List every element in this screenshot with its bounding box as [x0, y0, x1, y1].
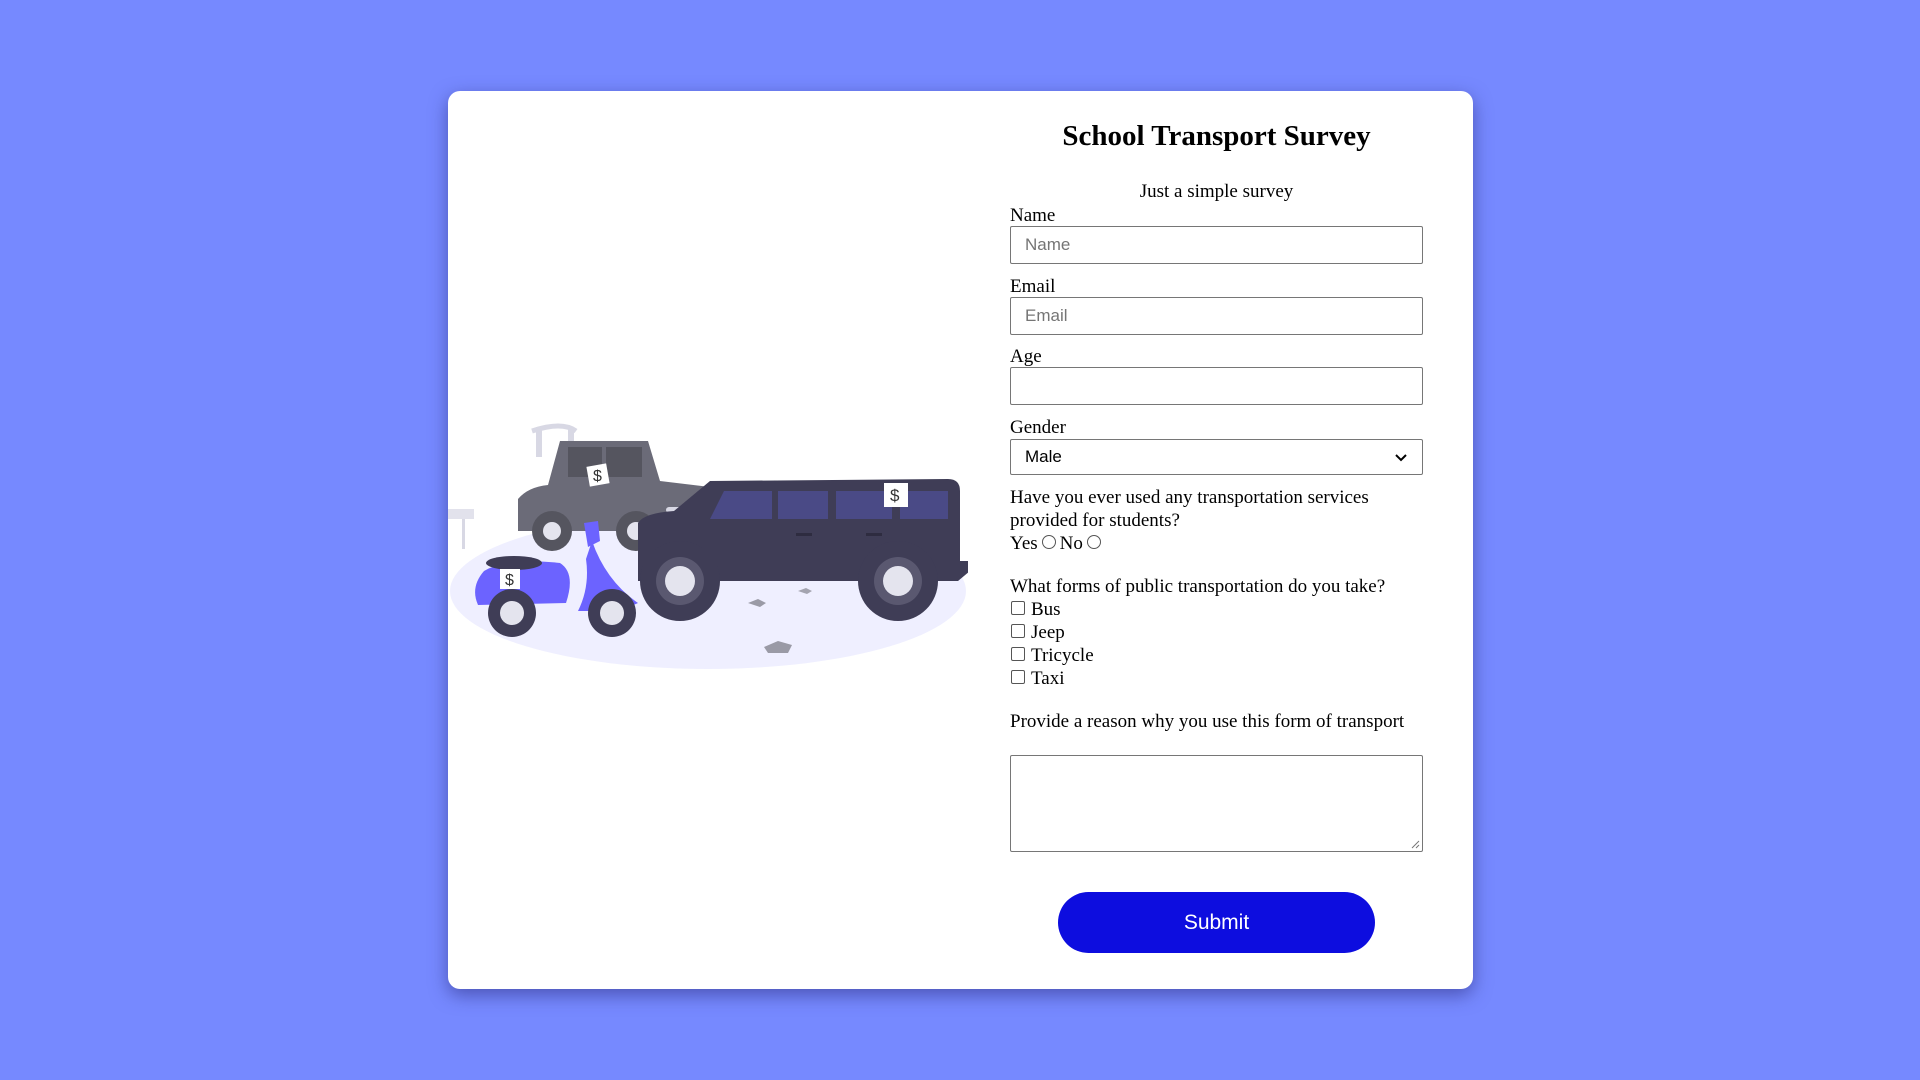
tricycle-label: Tricycle [1031, 645, 1094, 666]
email-label: Email [1010, 276, 1056, 297]
option-tricycle[interactable]: Tricycle [1010, 644, 1094, 667]
name-label: Name [1010, 205, 1056, 226]
resize-grip-icon[interactable] [1410, 839, 1420, 849]
bus-label: Bus [1031, 599, 1061, 620]
taxi-label: Taxi [1031, 668, 1065, 689]
services-question: Have you ever used any transportation se… [1010, 487, 1369, 531]
email-input[interactable] [1010, 297, 1423, 335]
option-bus[interactable]: Bus [1010, 598, 1061, 621]
gender-select[interactable]: Male [1010, 439, 1423, 475]
age-label: Age [1010, 346, 1042, 367]
name-input[interactable] [1010, 226, 1423, 264]
jeep-checkbox[interactable] [1011, 623, 1025, 638]
price-sign-text: $ [593, 468, 602, 485]
taxi-checkbox[interactable] [1011, 669, 1025, 684]
submit-button[interactable]: Submit [1058, 892, 1375, 953]
price-sign-text: $ [890, 486, 900, 505]
vehicles-illustration: $ $ $ [448, 423, 968, 669]
forms-question: What forms of public transportation do y… [1010, 576, 1386, 597]
tricycle-checkbox[interactable] [1011, 646, 1025, 661]
bus-checkbox[interactable] [1011, 600, 1025, 615]
survey-card: $ $ $ School Transport Survey Just a sim… [448, 91, 1473, 989]
form-subtitle: Just a simple survey [1139, 181, 1294, 202]
no-label: No [1059, 533, 1083, 554]
option-jeep[interactable]: Jeep [1010, 621, 1065, 644]
form-title: School Transport Survey [1062, 120, 1371, 152]
age-input[interactable] [1010, 367, 1423, 405]
reason-question: Provide a reason why you use this form o… [1010, 711, 1405, 732]
reason-textarea[interactable] [1010, 755, 1423, 852]
chevron-down-icon [1395, 454, 1407, 462]
price-sign-text: $ [505, 572, 514, 589]
gender-label: Gender [1010, 417, 1066, 438]
jeep-label: Jeep [1031, 622, 1065, 643]
yes-radio[interactable] [1041, 534, 1056, 549]
yes-label: Yes [1010, 533, 1038, 554]
option-taxi[interactable]: Taxi [1010, 667, 1065, 690]
services-radio-group: Yes No [1010, 532, 1105, 555]
gender-selected-value: Male [1025, 447, 1062, 466]
no-radio[interactable] [1086, 534, 1101, 549]
